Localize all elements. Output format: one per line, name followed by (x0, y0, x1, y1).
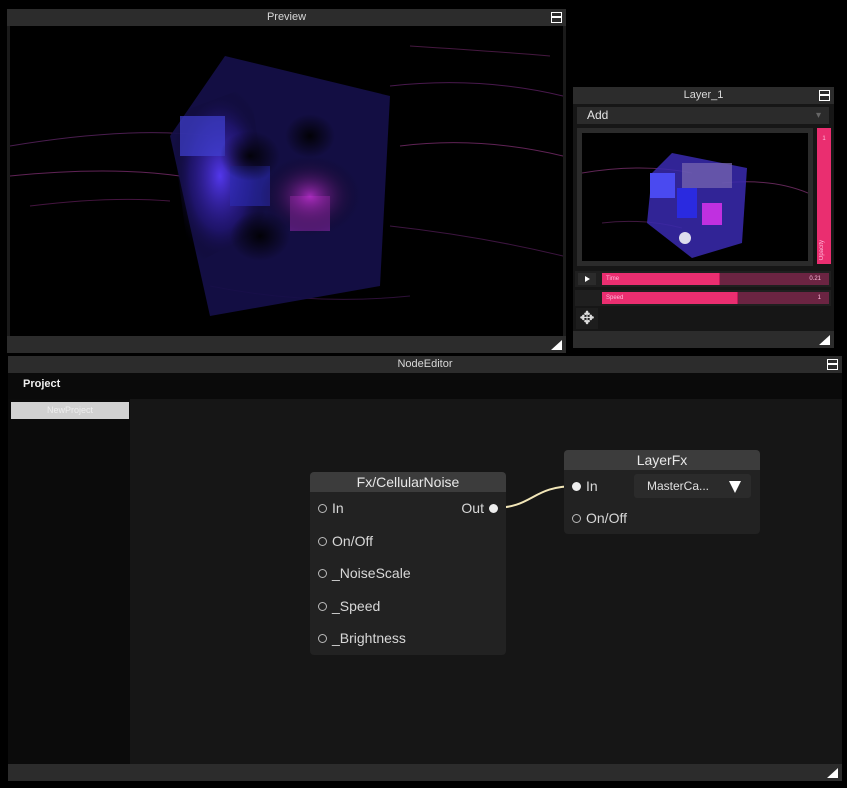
maximize-icon[interactable] (827, 359, 838, 370)
resize-corner-icon[interactable] (827, 768, 838, 778)
camera-select-value: MasterCa... (647, 479, 710, 493)
layer-thumbnail (582, 133, 808, 261)
layer-title: Layer_1 (573, 87, 834, 104)
port-label: In (332, 500, 344, 516)
menu-bar: Project (8, 373, 842, 399)
port-socket-icon[interactable] (489, 503, 498, 513)
project-item-newproject[interactable]: NewProject (11, 402, 129, 419)
node-editor-footer (8, 764, 842, 781)
port-out[interactable]: Out (461, 500, 498, 516)
time-value: 0.21 (809, 276, 821, 282)
port-socket-icon[interactable] (318, 503, 327, 513)
play-icon[interactable] (578, 273, 596, 285)
preview-title: Preview (7, 9, 566, 26)
port-socket-icon[interactable] (572, 513, 581, 523)
move-icon[interactable]: ✥ (576, 308, 598, 329)
port-socket-icon[interactable] (318, 633, 327, 643)
node-editor-title: NodeEditor (8, 356, 842, 373)
preview-render-image (10, 45, 563, 316)
time-slider-fill (602, 273, 721, 285)
param-row-speed: Speed 1 (575, 290, 831, 306)
node-canvas[interactable]: Fx/CellularNoise In Out On/Off _NoiseSca… (130, 399, 842, 764)
opacity-label: Opacity (819, 239, 825, 260)
opacity-value: 1 (822, 136, 826, 142)
port-in[interactable]: In (572, 478, 598, 494)
triangle-down-icon (729, 481, 741, 493)
project-sidebar: NewProject (8, 399, 130, 764)
opacity-slider[interactable]: 1 Opacity (817, 128, 831, 264)
port-label: _NoiseScale (332, 565, 411, 581)
chevron-down-icon: ▾ (815, 110, 821, 121)
time-label: Time (606, 276, 620, 282)
node-title: Fx/CellularNoise (310, 472, 506, 492)
port-label: On/Off (586, 510, 627, 526)
camera-select[interactable]: MasterCa... (634, 474, 751, 498)
preview-footer (7, 336, 566, 353)
port-socket-icon[interactable] (572, 481, 581, 491)
port-label: _Speed (332, 598, 381, 614)
speed-slider[interactable]: Speed 1 (602, 292, 829, 304)
menu-project[interactable]: Project (23, 378, 60, 390)
port-socket-icon[interactable] (318, 536, 327, 546)
param-row-time: Time 0.21 (575, 271, 831, 287)
port-socket-icon[interactable] (318, 568, 327, 578)
port-label: Out (461, 500, 484, 516)
blend-mode-value: Add (587, 108, 609, 122)
layer-panel: Layer_1 Add ▾ 1 Opacity Time 0.21 Speed … (573, 87, 834, 348)
preview-viewport (10, 26, 563, 336)
blend-mode-select[interactable]: Add ▾ (577, 107, 829, 124)
port-onoff[interactable]: On/Off (572, 510, 627, 526)
port-socket-icon[interactable] (318, 601, 327, 611)
port-label: In (586, 478, 598, 494)
resize-corner-icon[interactable] (551, 340, 562, 350)
node-layer-fx[interactable]: LayerFx In MasterCa... On/Off (564, 450, 760, 534)
time-slider[interactable]: Time 0.21 (602, 273, 829, 285)
resize-corner-icon[interactable] (819, 335, 830, 345)
speed-label: Speed (606, 295, 624, 301)
node-cellular-noise[interactable]: Fx/CellularNoise In Out On/Off _NoiseSca… (310, 472, 506, 655)
port-noisescale[interactable]: _NoiseScale (318, 565, 411, 581)
layer-thumbnail-frame (577, 128, 813, 266)
speed-value: 1 (817, 295, 821, 301)
port-brightness[interactable]: _Brightness (318, 630, 406, 646)
maximize-icon[interactable] (819, 90, 830, 101)
port-onoff[interactable]: On/Off (318, 533, 373, 549)
node-editor-panel: NodeEditor Project NewProject Fx/Cellula… (8, 356, 842, 781)
layer-thumbnail-image (582, 153, 808, 258)
port-label: On/Off (332, 533, 373, 549)
layer-footer (573, 331, 834, 348)
port-in[interactable]: In (318, 500, 344, 516)
node-title: LayerFx (564, 450, 760, 470)
maximize-icon[interactable] (551, 12, 562, 23)
port-label: _Brightness (332, 630, 406, 646)
port-speed[interactable]: _Speed (318, 598, 380, 614)
preview-panel: Preview (7, 9, 566, 353)
